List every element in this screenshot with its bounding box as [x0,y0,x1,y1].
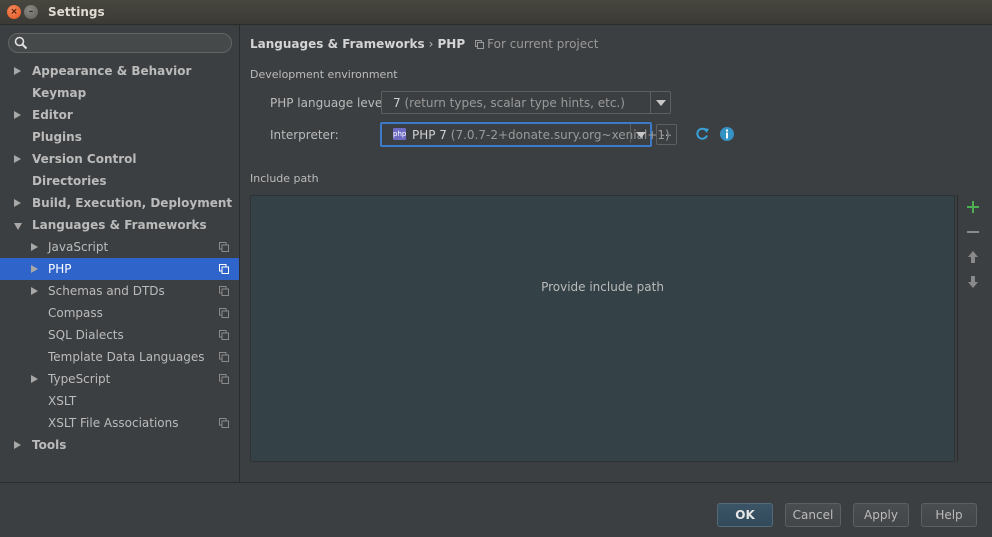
interpreter-browse-button[interactable]: ... [656,124,677,145]
sidebar-item-label: JavaScript [48,240,109,254]
breadcrumb: Languages & Frameworks › PHP For current pr… [250,36,598,52]
expand-right-icon[interactable] [14,441,21,449]
sidebar-item-label: XSLT [48,394,77,408]
settings-sidebar: Appearance & Behavior Keymap Editor Plugins… [0,25,240,482]
info-icon[interactable] [719,126,735,142]
php-icon: php [393,128,407,140]
expand-right-icon[interactable] [31,375,38,383]
refresh-icon[interactable] [694,126,710,142]
cancel-button[interactable]: Cancel [785,503,841,527]
sidebar-item-compass[interactable]: Compass [0,302,239,324]
sidebar-item-label: Tools [32,438,67,452]
sidebar-item-template-data-languages[interactable]: Template Data Languages [0,346,239,368]
sidebar-item-label: Directories [32,174,107,188]
include-path-empty-text: Provide include path [541,280,664,294]
apply-button[interactable]: Apply [853,503,909,527]
language-level-label: PHP language level: [270,96,390,110]
sidebar-item-label: Languages & Frameworks [32,218,207,232]
expand-right-icon[interactable] [14,199,21,207]
project-scope-icon [219,264,229,274]
sidebar-item-typescript[interactable]: TypeScript [0,368,239,390]
dev-env-title: Development environment [250,68,398,81]
sidebar-item-sql-dialects[interactable]: SQL Dialects [0,324,239,346]
sidebar-item-label: Appearance & Behavior [32,64,192,78]
sidebar-item-label: Keymap [32,86,87,100]
sidebar-item-label: XSLT File Associations [48,416,179,430]
sidebar-item-editor[interactable]: Editor [0,104,239,126]
sidebar-item-label: PHP [48,262,72,276]
expand-right-icon[interactable] [31,265,38,273]
dialog-footer: OK Cancel Apply Help [0,482,992,537]
search-input[interactable] [8,33,232,53]
sidebar-item-appearance-behavior[interactable]: Appearance & Behavior [0,60,239,82]
breadcrumb-separator: › [428,37,434,51]
expand-right-icon[interactable] [14,111,21,119]
include-path-toolbar [957,195,987,462]
chevron-down-icon[interactable] [650,92,670,113]
project-scope-icon [219,286,229,296]
help-button[interactable]: Help [921,503,977,527]
search-icon [14,36,28,50]
expand-down-icon[interactable] [14,223,22,230]
include-path-list[interactable]: Provide include path [250,195,955,462]
ok-button[interactable]: OK [717,503,773,527]
sidebar-item-xslt[interactable]: XSLT [0,390,239,412]
project-scope-icon [219,330,229,340]
move-up-icon[interactable] [965,249,981,265]
project-scope-icon [219,242,229,252]
sidebar-item-tools[interactable]: Tools [0,434,239,456]
language-level-value: 7 (return types, scalar type hints, etc.… [393,96,625,110]
project-scope-icon [219,352,229,362]
minimize-window-button[interactable]: – [24,5,38,19]
sidebar-item-label: Schemas and DTDs [48,284,165,298]
sidebar-item-xslt-file-associations[interactable]: XSLT File Associations [0,412,239,434]
interpreter-select[interactable]: php PHP 7 (7.0.7-2+donate.sury.org~xenia… [380,122,670,147]
sidebar-item-version-control[interactable]: Version Control [0,148,239,170]
sidebar-item-schemas-and-dtds[interactable]: Schemas and DTDs [0,280,239,302]
sidebar-item-plugins[interactable]: Plugins [0,126,239,148]
sidebar-item-label: SQL Dialects [48,328,124,342]
scope-indicator: For current project [475,37,598,51]
project-scope-icon [475,40,485,49]
expand-right-icon[interactable] [14,155,21,163]
expand-right-icon[interactable] [14,67,21,75]
sidebar-item-label: Compass [48,306,103,320]
move-down-icon[interactable] [965,274,981,290]
project-scope-icon [219,308,229,318]
sidebar-item-label: Plugins [32,130,82,144]
sidebar-item-label: Version Control [32,152,137,166]
sidebar-item-build-execution-deployment[interactable]: Build, Execution, Deployment [0,192,239,214]
sidebar-item-label: Editor [32,108,73,122]
title-bar: × – Settings [0,0,992,25]
sidebar-item-label: Template Data Languages [48,350,205,364]
expand-right-icon[interactable] [31,243,38,251]
project-scope-icon [219,418,229,428]
sidebar-item-keymap[interactable]: Keymap [0,82,239,104]
breadcrumb-current: PHP [437,37,466,51]
project-scope-icon [219,374,229,384]
add-icon[interactable] [965,199,981,215]
window-title: Settings [48,5,105,19]
sidebar-item-javascript[interactable]: JavaScript [0,236,239,258]
sidebar-item-php[interactable]: PHP [0,258,239,280]
close-window-button[interactable]: × [7,5,21,19]
include-path-title: Include path [250,172,319,185]
settings-tree: Appearance & Behavior Keymap Editor Plugins… [0,60,239,456]
language-level-select[interactable]: 7 (return types, scalar type hints, etc.… [381,91,671,114]
sidebar-item-languages-frameworks[interactable]: Languages & Frameworks [0,214,239,236]
scope-label: For current project [487,37,599,51]
interpreter-label: Interpreter: [270,128,339,142]
breadcrumb-parent: Languages & Frameworks [250,37,425,51]
sidebar-item-label: Build, Execution, Deployment [32,196,233,210]
expand-right-icon[interactable] [31,287,38,295]
remove-icon[interactable] [965,224,981,240]
chevron-down-icon[interactable] [630,124,650,143]
sidebar-item-label: TypeScript [48,372,111,386]
settings-content: Languages & Frameworks › PHP For current pr… [241,25,992,482]
sidebar-item-directories[interactable]: Directories [0,170,239,192]
